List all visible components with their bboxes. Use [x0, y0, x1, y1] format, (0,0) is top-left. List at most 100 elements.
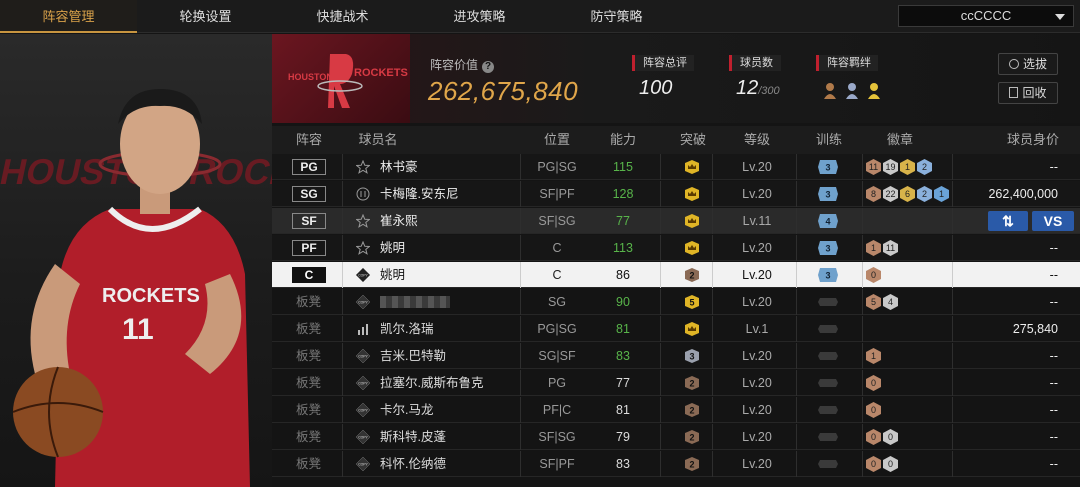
position-slot[interactable]: SF — [292, 213, 326, 229]
player-value: -- — [1049, 430, 1058, 444]
breakthrough-badge: 3 — [685, 349, 699, 363]
player-name[interactable]: 斯科特.皮蓬 — [380, 424, 446, 450]
col-breakthrough[interactable]: 突破 — [668, 126, 718, 154]
badge[interactable]: 1 — [934, 186, 949, 202]
training-badge[interactable]: 3 — [818, 187, 838, 201]
player-name[interactable]: 凯尔.洛瑞 — [380, 316, 433, 342]
player-value: -- — [1049, 160, 1058, 174]
badge[interactable]: 0 — [866, 402, 881, 418]
badge[interactable]: 2 — [917, 159, 932, 175]
table-row[interactable]: 板凳 COPY 科怀.伦纳德 SF|PF 83 2 Lv.20 0 0 -- — [272, 451, 1080, 477]
training-badge[interactable]: 3 — [818, 268, 838, 282]
divider — [342, 316, 343, 342]
badge[interactable]: 22 — [883, 186, 898, 202]
badge[interactable]: 0 — [883, 429, 898, 445]
tab-offense[interactable]: 进攻策略 — [411, 0, 548, 33]
star-icon — [356, 241, 370, 255]
table-row[interactable]: 板凳 COPY 拉塞尔.威斯布鲁克 PG 77 2 Lv.20 0 -- — [272, 370, 1080, 396]
recycle-button[interactable]: 回收 — [998, 82, 1058, 104]
team-select[interactable]: ccCCCC — [898, 5, 1074, 27]
position-slot[interactable]: PG — [292, 159, 326, 175]
col-ability[interactable]: 能力 — [598, 126, 648, 154]
badge[interactable]: 11 — [866, 159, 881, 175]
training-badge-empty[interactable] — [818, 430, 838, 444]
badge[interactable]: 19 — [883, 159, 898, 175]
table-row[interactable]: SG 卡梅隆.安东尼 SF|PF 128 Lv.20 3 8 22 6 2 1 262,400,000 — [272, 181, 1080, 207]
table-row[interactable]: PF 姚明 C 113 Lv.20 3 1 11 -- — [272, 235, 1080, 261]
table-row[interactable]: SF 崔永熙 SF|SG 77 Lv.11 4 ⇅ VS — [272, 208, 1080, 234]
position-slot[interactable]: SG — [292, 186, 326, 202]
select-button[interactable]: 选拔 — [998, 53, 1058, 75]
player-name[interactable]: 拉塞尔.威斯布鲁克 — [380, 370, 483, 396]
col-level[interactable]: 等级 — [732, 126, 782, 154]
table-row[interactable]: 板凳 COPY 卡尔.马龙 PF|C 81 2 Lv.20 0 -- — [272, 397, 1080, 423]
table-header: 阵容 球员名 位置 能力 突破 等级 训练 徽章 球员身价 — [272, 126, 1080, 154]
col-position[interactable]: 位置 — [522, 126, 592, 154]
training-badge[interactable]: 3 — [818, 160, 838, 174]
svg-text:3: 3 — [825, 163, 830, 173]
training-badge-empty[interactable] — [818, 295, 838, 309]
badge[interactable]: 6 — [900, 186, 915, 202]
compare-button[interactable]: VS — [1032, 211, 1074, 231]
position-slot[interactable]: C — [292, 267, 326, 283]
badge[interactable]: 1 — [866, 240, 881, 256]
training-badge-empty[interactable] — [818, 349, 838, 363]
col-badges[interactable]: 徽章 — [870, 126, 930, 154]
player-value: -- — [1049, 376, 1058, 390]
badge[interactable]: 0 — [866, 429, 881, 445]
rating-value: 100 — [639, 77, 673, 99]
player-name[interactable]: 崔永熙 — [380, 208, 418, 234]
logo-team-text: ROCKETS — [354, 67, 408, 79]
col-value[interactable]: 球员身价 — [998, 126, 1068, 154]
tab-quick-tactics[interactable]: 快捷战术 — [274, 0, 411, 33]
player-ability: 83 — [616, 349, 630, 363]
training-badge[interactable]: 3 — [818, 241, 838, 255]
player-name[interactable]: 吉米.巴特勒 — [380, 343, 446, 369]
swap-button[interactable]: ⇅ — [988, 211, 1028, 231]
badge[interactable]: 1 — [900, 159, 915, 175]
player-name[interactable]: 姚明 — [380, 262, 405, 288]
badge[interactable]: 5 — [866, 294, 881, 310]
table-row[interactable]: 板凳 COPY 斯科特.皮蓬 SF|SG 79 2 Lv.20 0 0 -- — [272, 424, 1080, 450]
training-badge-empty[interactable] — [818, 457, 838, 471]
table-row[interactable]: 板凳 凯尔.洛瑞 PG|SG 81 Lv.1 275,840 — [272, 316, 1080, 342]
badge[interactable]: 11 — [883, 240, 898, 256]
badge[interactable]: 4 — [883, 294, 898, 310]
tab-lineup[interactable]: 阵容管理 — [0, 0, 137, 33]
table-row[interactable]: 板凳 COPY SG 90 5 Lv.20 5 4 -- — [272, 289, 1080, 315]
training-badge[interactable]: 4 — [818, 214, 838, 228]
badge[interactable]: 8 — [866, 186, 881, 202]
badge[interactable]: 0 — [866, 267, 881, 283]
col-slot[interactable]: 阵容 — [282, 126, 336, 154]
tab-rotation[interactable]: 轮换设置 — [137, 0, 274, 33]
tab-defense[interactable]: 防守策略 — [548, 0, 685, 33]
badge[interactable]: 0 — [866, 375, 881, 391]
copy-icon: COPY — [356, 268, 370, 282]
bond-icons[interactable] — [822, 81, 892, 101]
player-name[interactable]: 姚明 — [380, 235, 405, 261]
player-name[interactable]: 林书豪 — [380, 154, 418, 180]
table-row[interactable]: 板凳 COPY 吉米.巴特勒 SG|SF 83 3 Lv.20 1 -- — [272, 343, 1080, 369]
badge[interactable]: 1 — [866, 348, 881, 364]
table-row[interactable]: C COPY 姚明 C 86 2 Lv.20 3 0 -- — [272, 262, 1080, 288]
player-name[interactable]: 卡尔.马龙 — [380, 397, 433, 423]
divider — [660, 343, 661, 369]
col-name[interactable]: 球员名 — [350, 126, 406, 154]
training-badge-empty[interactable] — [818, 403, 838, 417]
table-row[interactable]: PG 林书豪 PG|SG 115 Lv.20 3 11 19 1 2 -- — [272, 154, 1080, 180]
divider — [796, 235, 797, 261]
col-training[interactable]: 训练 — [804, 126, 854, 154]
divider — [660, 208, 661, 234]
help-icon[interactable]: ? — [482, 61, 495, 73]
player-name[interactable]: 科怀.伦纳德 — [380, 451, 446, 477]
badge[interactable]: 0 — [883, 456, 898, 472]
training-badge-empty[interactable] — [818, 322, 838, 336]
badge[interactable]: 0 — [866, 456, 881, 472]
divider — [796, 424, 797, 450]
jersey-team-text: ROCKETS — [102, 285, 200, 307]
player-name[interactable]: 卡梅隆.安东尼 — [380, 181, 458, 207]
svg-text:COPY: COPY — [358, 409, 368, 413]
badge[interactable]: 2 — [917, 186, 932, 202]
position-slot[interactable]: PF — [292, 240, 326, 256]
training-badge-empty[interactable] — [818, 376, 838, 390]
